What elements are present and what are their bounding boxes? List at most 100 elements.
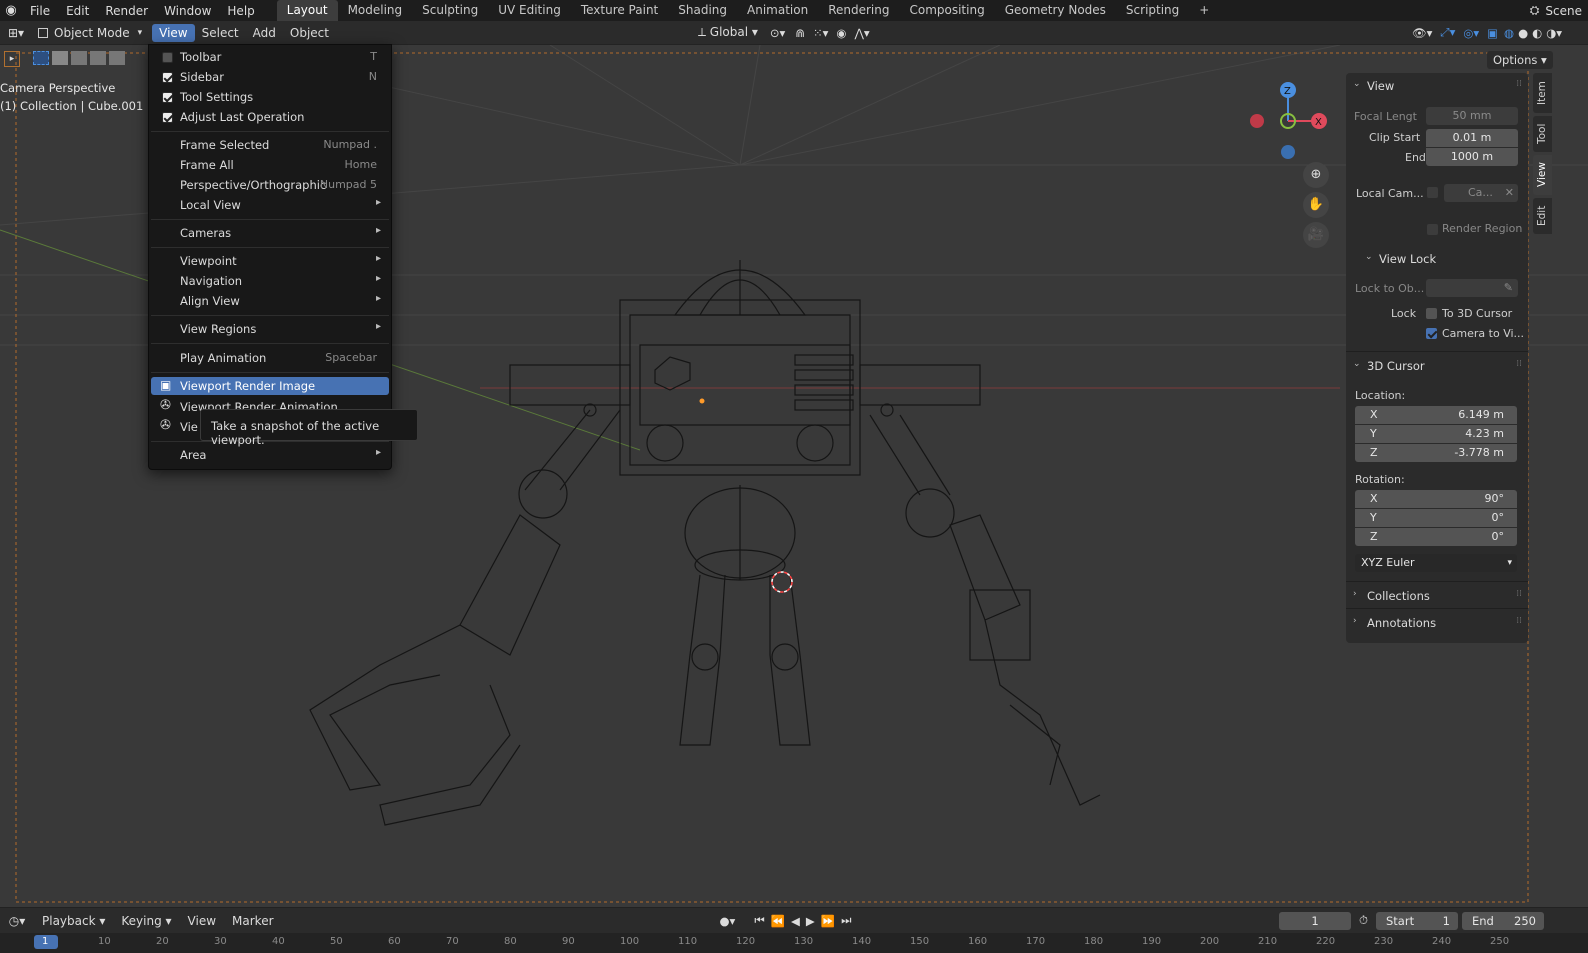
menu-marker[interactable]: Marker bbox=[224, 914, 281, 928]
rotation-mode-select[interactable]: XYZ Euler ▾ bbox=[1355, 554, 1517, 572]
start-frame-field[interactable]: Start 1 bbox=[1376, 911, 1458, 930]
tab-item[interactable]: Item bbox=[1533, 73, 1552, 113]
select-new-icon[interactable] bbox=[33, 51, 49, 65]
menu-item-toolbar[interactable]: Toolbar T bbox=[151, 47, 389, 67]
tab-geometry-nodes[interactable]: Geometry Nodes bbox=[995, 0, 1116, 21]
menu-item-frame-selected[interactable]: Frame Selected Numpad . bbox=[151, 135, 389, 155]
record-icon[interactable]: ●▾ bbox=[716, 914, 740, 928]
menu-item-tool-settings[interactable]: Tool Settings bbox=[151, 87, 389, 107]
options-button[interactable]: Options ▾ bbox=[1487, 51, 1553, 69]
menu-item-adjust-last-operation[interactable]: Adjust Last Operation bbox=[151, 107, 389, 127]
play-icon[interactable]: ▶ bbox=[803, 914, 818, 928]
toolbar-checkbox[interactable] bbox=[162, 52, 173, 63]
wireframe-shading-icon[interactable]: ◍ bbox=[1502, 26, 1516, 40]
scene-icon[interactable]: ⛭ bbox=[1524, 3, 1546, 18]
view-lock-header[interactable]: ⌄ View Lock bbox=[1358, 248, 1528, 270]
menu-add[interactable]: Add bbox=[246, 24, 283, 42]
menu-item-sidebar[interactable]: Sidebar N bbox=[151, 67, 389, 87]
tab-tool[interactable]: Tool bbox=[1533, 116, 1552, 152]
menu-render[interactable]: Render bbox=[97, 4, 156, 18]
menu-item-align-view[interactable]: Align View ▸ bbox=[151, 291, 389, 311]
tab-animation[interactable]: Animation bbox=[737, 0, 818, 21]
local-camera-field[interactable]: Ca... ✕ bbox=[1444, 184, 1518, 202]
cursor-rotation-y[interactable]: Y 0° bbox=[1355, 509, 1517, 527]
play-reverse-icon[interactable]: ◀ bbox=[788, 914, 803, 928]
snap-target-icon[interactable]: ⁙▾ bbox=[809, 26, 832, 40]
solid-shading-icon[interactable]: ● bbox=[1516, 26, 1530, 40]
current-frame-field[interactable]: 1 bbox=[1279, 911, 1352, 930]
annotations-header[interactable]: › Annotations ⁞⁞ bbox=[1346, 612, 1528, 634]
tab-uv-editing[interactable]: UV Editing bbox=[488, 0, 571, 21]
tab-shading[interactable]: Shading bbox=[668, 0, 737, 21]
blender-logo-icon[interactable]: ◉ bbox=[0, 3, 22, 18]
select-extend-icon[interactable] bbox=[52, 51, 68, 65]
proportional-edit-icon[interactable]: ◉ bbox=[832, 26, 850, 40]
3d-cursor-header[interactable]: ⌄ 3D Cursor ⁞⁞ bbox=[1346, 355, 1528, 377]
drag-handle-icon[interactable]: ⁞⁞ bbox=[1516, 616, 1522, 626]
menu-file[interactable]: File bbox=[22, 4, 58, 18]
menu-keying[interactable]: Keying ▾ bbox=[113, 914, 179, 928]
clip-start-field[interactable]: 0.01 m bbox=[1426, 129, 1518, 147]
tab-view[interactable]: View bbox=[1533, 155, 1552, 195]
tab-texture-paint[interactable]: Texture Paint bbox=[571, 0, 668, 21]
tab-scripting[interactable]: Scripting bbox=[1116, 0, 1189, 21]
menu-view[interactable]: View bbox=[152, 23, 195, 42]
scene-name[interactable]: Scene bbox=[1545, 4, 1588, 18]
cursor-location-y[interactable]: Y 4.23 m bbox=[1355, 425, 1517, 443]
jump-start-icon[interactable]: ⏮ bbox=[751, 913, 767, 928]
menu-playback[interactable]: Playback ▾ bbox=[34, 914, 113, 928]
menu-object[interactable]: Object bbox=[283, 24, 336, 42]
adjust-last-operation-checkbox[interactable] bbox=[162, 112, 173, 123]
menu-item-viewport-render-image[interactable]: ▣ Viewport Render Image bbox=[151, 377, 389, 395]
menu-item-viewpoint[interactable]: Viewpoint ▸ bbox=[151, 251, 389, 271]
falloff-icon[interactable]: ⋀▾ bbox=[850, 26, 873, 40]
render-region-checkbox[interactable] bbox=[1427, 224, 1438, 235]
lock-to-object-field[interactable]: ✎ bbox=[1426, 279, 1518, 297]
transform-orientation[interactable]: ⟂ Global ▾ bbox=[692, 25, 764, 40]
menu-window[interactable]: Window bbox=[156, 4, 219, 18]
menu-item-frame-all[interactable]: Frame All Home bbox=[151, 155, 389, 175]
menu-help[interactable]: Help bbox=[219, 4, 262, 18]
active-tool-icon[interactable]: ▸ bbox=[4, 51, 20, 67]
navigation-gizmo[interactable]: Z X bbox=[1244, 79, 1334, 169]
cursor-location-x[interactable]: X 6.149 m bbox=[1355, 406, 1517, 424]
view-panel-header[interactable]: ⌄ View ⁞⁞ bbox=[1346, 75, 1528, 97]
editor-type-icon[interactable]: ⊞▾ bbox=[0, 26, 32, 40]
tab-modeling[interactable]: Modeling bbox=[338, 0, 413, 21]
drag-handle-icon[interactable]: ⁞⁞ bbox=[1516, 589, 1522, 599]
xray-icon[interactable]: ▣ bbox=[1483, 26, 1502, 40]
cursor-location-z[interactable]: Z -3.778 m bbox=[1355, 444, 1517, 462]
menu-item-play-animation[interactable]: Play Animation Spacebar bbox=[151, 348, 389, 368]
snap-icon[interactable]: ⋒ bbox=[791, 26, 809, 40]
overlay-icon[interactable]: ◎▾ bbox=[1459, 26, 1483, 40]
cursor-rotation-x[interactable]: X 90° bbox=[1355, 490, 1517, 508]
mode-selector[interactable]: Object Mode ▾ bbox=[32, 26, 148, 40]
add-workspace-icon[interactable]: + bbox=[1189, 0, 1219, 21]
drag-handle-icon[interactable]: ⁞⁞ bbox=[1516, 79, 1522, 89]
sidebar-checkbox[interactable] bbox=[162, 72, 173, 83]
tab-rendering[interactable]: Rendering bbox=[818, 0, 899, 21]
camera-view-icon[interactable]: 🎥 bbox=[1303, 222, 1329, 248]
tab-compositing[interactable]: Compositing bbox=[899, 0, 994, 21]
timeline-ruler[interactable]: 1 10 20 30 40 50 60 70 80 90 100 110 120 130 140 150 160… bbox=[0, 933, 1588, 953]
zoom-icon[interactable]: ⊕ bbox=[1303, 162, 1329, 188]
menu-item-local-view[interactable]: Local View ▸ bbox=[151, 195, 389, 215]
menu-edit[interactable]: Edit bbox=[58, 4, 97, 18]
pan-hand-icon[interactable]: ✋ bbox=[1303, 192, 1329, 218]
menu-item-cameras[interactable]: Cameras ▸ bbox=[151, 223, 389, 243]
pivot-icon[interactable]: ⊙▾ bbox=[764, 26, 791, 40]
focal-length-field[interactable]: 50 mm bbox=[1426, 107, 1518, 125]
select-subtract-icon[interactable] bbox=[71, 51, 87, 65]
eyedropper-icon[interactable]: ✎ bbox=[1504, 279, 1513, 297]
rendered-shading-icon[interactable]: ◑▾ bbox=[1544, 26, 1564, 40]
jump-end-icon[interactable]: ⏭ bbox=[838, 913, 854, 928]
tab-layout[interactable]: Layout bbox=[276, 0, 338, 21]
visibility-icon[interactable]: 👁▾ bbox=[1408, 26, 1436, 40]
tab-sculpting[interactable]: Sculpting bbox=[412, 0, 488, 21]
collections-header[interactable]: › Collections ⁞⁞ bbox=[1346, 585, 1528, 607]
menu-item-navigation[interactable]: Navigation ▸ bbox=[151, 271, 389, 291]
editor-type-icon[interactable]: ◷▾ bbox=[0, 914, 34, 928]
to-3d-cursor-checkbox[interactable] bbox=[1426, 308, 1437, 319]
gizmo-toggle-icon[interactable]: ⤢▾ bbox=[1436, 25, 1459, 40]
select-invert-icon[interactable] bbox=[90, 51, 106, 65]
